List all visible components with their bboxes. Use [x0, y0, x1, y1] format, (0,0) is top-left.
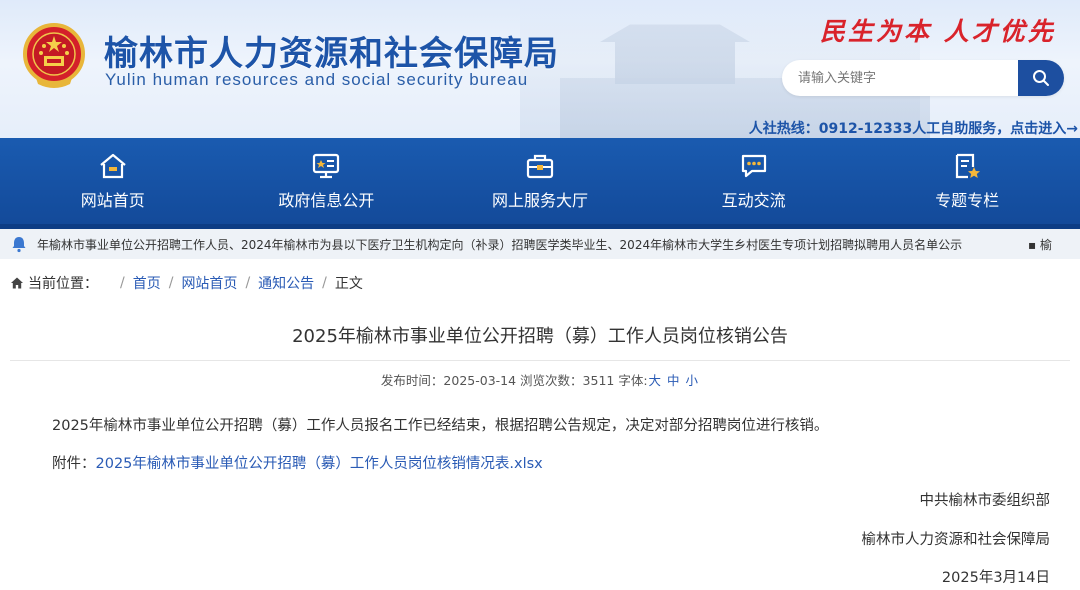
nav-item-special-column[interactable]: 专题专栏: [867, 138, 1067, 224]
broadcast-icon: [12, 237, 26, 253]
slogan: 民生为本 人才优先: [820, 17, 1056, 46]
ticker-next-notice[interactable]: ▪ 榆: [1028, 236, 1052, 253]
breadcrumb-link-notices[interactable]: 通知公告: [258, 273, 314, 293]
signature-hrss-bureau: 榆林市人力资源和社会保障局: [861, 532, 1051, 548]
breadcrumb: 当前位置： / 首页 / 网站首页 / 通知公告 / 正文: [10, 272, 363, 294]
article-body: 2025年榆林市事业单位公开招聘（募）工作人员报名工作已经结束，根据招聘公告规定…: [52, 418, 829, 434]
attachment: 附件：2025年榆林市事业单位公开招聘（募）工作人员岗位核销情况表.xlsx: [52, 452, 543, 473]
nav-label: 互动交流: [721, 191, 786, 210]
font-size-large[interactable]: 大: [649, 373, 662, 388]
info-board-icon: [313, 153, 340, 179]
site-subtitle: Yulin human resources and social securit…: [105, 70, 529, 89]
attachment-link[interactable]: 2025年榆林市事业单位公开招聘（募）工作人员岗位核销情况表.xlsx: [96, 456, 543, 472]
breadcrumb-link-home[interactable]: 首页: [133, 273, 161, 293]
nav-label: 网上服务大厅: [491, 191, 588, 210]
home-icon: [11, 277, 23, 289]
search-button[interactable]: [1018, 60, 1064, 96]
briefcase-icon: [526, 154, 554, 179]
article-meta: 发布时间：2025-03-14 浏览次数：3511 字体:大 中 小: [0, 370, 1080, 389]
signature-date: 2025年3月14日: [941, 570, 1050, 586]
breadcrumb-separator: /: [168, 275, 174, 291]
breadcrumb-link-site-home[interactable]: 网站首页: [181, 273, 237, 293]
home-icon: [100, 153, 126, 179]
font-size-medium[interactable]: 中: [667, 373, 680, 388]
breadcrumb-separator: /: [322, 275, 327, 291]
breadcrumb-current: 正文: [334, 276, 363, 292]
search-box: [782, 60, 1064, 96]
nav-item-home[interactable]: 网站首页: [13, 138, 213, 224]
meta-info: 发布时间：2025-03-14 浏览次数：3511 字体:: [380, 373, 648, 388]
article-title: 2025年榆林市事业单位公开招聘（募）工作人员岗位核销公告: [292, 326, 788, 347]
nav-item-gov-info[interactable]: 政府信息公开: [226, 138, 426, 224]
site-title: 榆林市人力资源和社会保障局: [104, 34, 559, 74]
nav-item-interaction[interactable]: 互动交流: [654, 138, 854, 224]
breadcrumb-separator: /: [120, 275, 125, 291]
main-nav: 网站首页 政府信息公开 网上服务大厅 互动交流 专题专栏: [0, 138, 1080, 224]
nav-label: 专题专栏: [935, 191, 1000, 210]
breadcrumb-label: 当前位置：: [28, 276, 98, 292]
nav-label: 政府信息公开: [278, 191, 375, 210]
signature-org-dept: 中共榆林市委组织部: [919, 493, 1051, 509]
search-icon: [1033, 70, 1049, 86]
site-header: 榆林市人力资源和社会保障局 Yulin human resources and …: [0, 0, 1080, 138]
article-divider: [10, 360, 1070, 361]
nav-label: 网站首页: [80, 191, 145, 210]
national-emblem-icon: [23, 23, 85, 88]
search-input[interactable]: [782, 60, 1018, 96]
ticker-notice-link[interactable]: 年榆林市事业单位公开招聘工作人员、2024年榆林市为县以下医疗卫生机构定向（补录…: [37, 236, 1012, 254]
special-column-icon: [956, 153, 981, 179]
chat-icon: [741, 154, 766, 178]
nav-item-online-service[interactable]: 网上服务大厅: [440, 138, 640, 224]
breadcrumb-separator: /: [245, 275, 251, 291]
notice-ticker: 年榆林市事业单位公开招聘工作人员、2024年榆林市为县以下医疗卫生机构定向（补录…: [0, 229, 1080, 259]
attachment-label: 附件：: [52, 456, 96, 472]
font-size-small[interactable]: 小: [686, 373, 699, 388]
hotline-link[interactable]: 人社热线：0912-12333人工自助服务，点击进入→: [749, 118, 1078, 138]
